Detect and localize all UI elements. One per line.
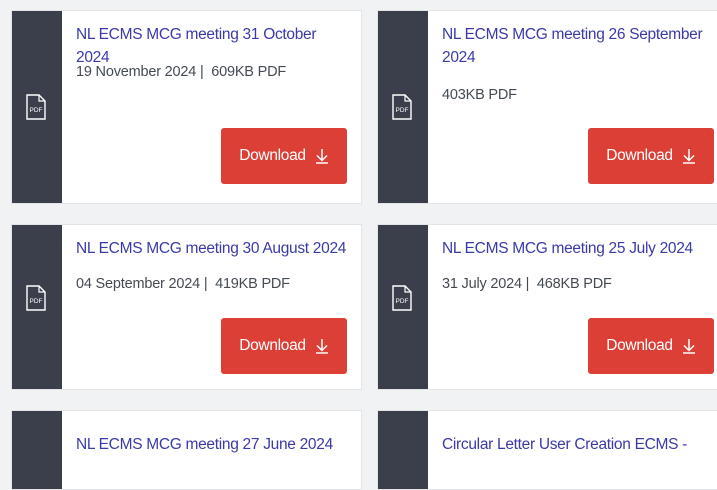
pdf-file-icon: PDF <box>392 285 412 311</box>
download-arrow-icon <box>315 149 328 164</box>
download-button[interactable]: Download <box>588 128 714 184</box>
svg-text:PDF: PDF <box>30 107 43 114</box>
document-date: 04 September 2024 <box>76 276 200 292</box>
pdf-file-icon: PDF <box>392 94 412 120</box>
svg-text:PDF: PDF <box>30 298 43 305</box>
card-sidebar: PDF <box>378 11 428 203</box>
card-sidebar: PDF <box>12 11 62 203</box>
meta-separator: | <box>199 64 204 80</box>
download-arrow-icon <box>682 149 695 164</box>
document-meta: 403KB PDF <box>442 85 712 105</box>
download-arrow-icon <box>682 339 695 354</box>
document-date: 19 November 2024 <box>76 64 197 80</box>
file-size: 609KB PDF <box>211 64 286 80</box>
download-button[interactable]: Download <box>588 318 714 374</box>
download-arrow-icon <box>315 339 328 354</box>
pdf-file-icon: PDF <box>26 94 46 120</box>
document-meta: 19 November 2024 | 609KB PDF <box>76 62 347 82</box>
document-title-link[interactable]: NL ECMS MCG meeting 25 July 2024 <box>442 237 712 260</box>
svg-text:PDF: PDF <box>396 298 409 305</box>
file-size: 419KB PDF <box>215 276 290 292</box>
document-title-link[interactable]: NL ECMS MCG meeting 27 June 2024 <box>76 433 347 456</box>
card-sidebar <box>378 411 428 489</box>
download-label: Download <box>239 337 306 354</box>
document-card-3: PDF NL ECMS MCG meeting 30 August 2024 0… <box>11 224 362 390</box>
card-sidebar: PDF <box>12 225 62 389</box>
document-card-6: Circular Letter User Creation ECMS - <box>377 410 717 490</box>
document-title-link[interactable]: Circular Letter User Creation ECMS - <box>442 433 712 456</box>
document-meta: 31 July 2024 | 468KB PDF <box>442 274 712 294</box>
download-label: Download <box>606 147 673 164</box>
download-button[interactable]: Download <box>221 128 347 184</box>
download-label: Download <box>239 147 306 164</box>
pdf-file-icon: PDF <box>26 285 46 311</box>
meta-separator: | <box>525 276 530 292</box>
document-title-link[interactable]: NL ECMS MCG meeting 30 August 2024 <box>76 237 347 260</box>
document-card-5: NL ECMS MCG meeting 27 June 2024 <box>11 410 362 490</box>
document-meta: 04 September 2024 | 419KB PDF <box>76 274 347 294</box>
document-card-2: PDF NL ECMS MCG meeting 26 September 202… <box>377 10 717 204</box>
card-sidebar: PDF <box>378 225 428 389</box>
svg-text:PDF: PDF <box>396 107 409 114</box>
meta-separator: | <box>203 276 208 292</box>
download-label: Download <box>606 337 673 354</box>
document-date: 31 July 2024 <box>442 276 522 292</box>
file-size: 403KB PDF <box>442 87 517 103</box>
file-size: 468KB PDF <box>536 276 612 292</box>
card-sidebar <box>12 411 62 489</box>
document-card-4: PDF NL ECMS MCG meeting 25 July 2024 31 … <box>377 224 717 390</box>
download-button[interactable]: Download <box>221 318 347 374</box>
document-title-link[interactable]: NL ECMS MCG meeting 26 September 2024 <box>442 23 706 69</box>
document-card-1: PDF NL ECMS MCG meeting 31 October 2024 … <box>11 10 362 204</box>
